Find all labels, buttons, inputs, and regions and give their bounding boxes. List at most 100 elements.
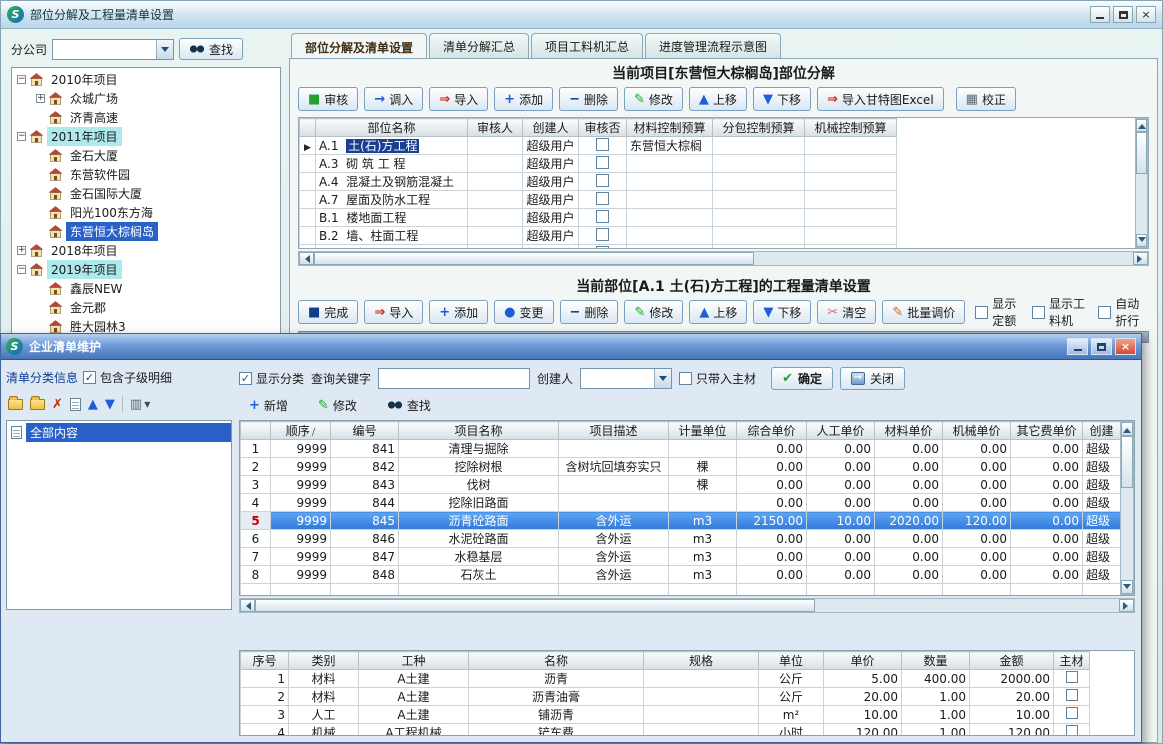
confirm-button[interactable]: ✔ 确定 [771, 367, 833, 390]
move-down-button[interactable]: ▼下移 [753, 300, 811, 324]
col-main-material[interactable]: 主材 [1054, 652, 1090, 670]
show-quota-option[interactable]: 显示定额 [975, 295, 1026, 329]
scroll-down-icon[interactable] [1136, 234, 1147, 247]
find-button[interactable]: 查找 [179, 38, 243, 60]
scrollbar-thumb[interactable] [255, 599, 815, 612]
tree-item[interactable]: −2011年项目 [12, 127, 280, 146]
collapse-icon[interactable]: − [17, 132, 26, 141]
modify-button[interactable]: ✎修改 [624, 300, 683, 324]
col-composite-price[interactable]: 综合单价 [737, 422, 807, 440]
scroll-down-icon[interactable] [1121, 580, 1133, 594]
audit-button[interactable]: ■审核 [298, 87, 358, 111]
delete-x-icon[interactable]: ✗ [52, 398, 63, 411]
show-materials-option[interactable]: 显示工料机 [1032, 295, 1092, 329]
change-button[interactable]: ●变更 [494, 300, 553, 324]
col-subcontract-budget[interactable]: 分包控制预算 [713, 119, 805, 137]
list-horizontal-scrollbar[interactable] [239, 598, 1135, 613]
parts-row[interactable]: B.3 天棚工程 超级用户 [300, 245, 897, 250]
detail-row[interactable]: 1材料A土建沥青公斤5.00400.002000.00 [241, 670, 1090, 688]
col-material-budget[interactable]: 材料控制预算 [627, 119, 713, 137]
col-seq[interactable]: 序号 [241, 652, 289, 670]
load-in-button[interactable]: →调入 [364, 87, 423, 111]
col-machine-budget[interactable]: 机械控制预算 [805, 119, 897, 137]
parts-row[interactable]: ▶ A.1 土(石)方工程 超级用户 东营恒大棕榈 [300, 137, 897, 155]
tree-item[interactable]: 金石大厦 [12, 146, 280, 165]
scrollbar-thumb[interactable] [1121, 436, 1133, 488]
audit-checkbox[interactable] [596, 228, 609, 241]
parts-row[interactable]: A.3 砌 筑 工 程 超级用户 [300, 155, 897, 173]
scroll-right-icon[interactable] [1119, 599, 1134, 612]
move-up-icon[interactable]: ▲ [88, 398, 98, 411]
col-trade[interactable]: 工种 [359, 652, 469, 670]
layout-menu-button[interactable]: ▥ ▼ [130, 398, 150, 411]
move-down-button[interactable]: ▼下移 [753, 87, 811, 111]
audit-checkbox[interactable] [596, 174, 609, 187]
list-row[interactable]: 49999844挖除旧路面0.000.000.000.000.00超级 [241, 494, 1121, 512]
scroll-up-icon[interactable] [1121, 422, 1133, 436]
maximize-button[interactable] [1091, 338, 1112, 355]
list-row[interactable]: 69999846水泥砼路面含外运m30.000.000.000.000.00超级 [241, 530, 1121, 548]
scrollbar-thumb[interactable] [1136, 132, 1147, 174]
collapse-icon[interactable]: − [17, 265, 26, 274]
audit-checkbox[interactable] [596, 156, 609, 169]
tree-item[interactable]: −2010年项目 [12, 70, 280, 89]
tree-item[interactable]: 济青高速 [12, 108, 280, 127]
col-unit[interactable]: 计量单位 [669, 422, 737, 440]
list-vertical-scrollbar[interactable] [1120, 421, 1134, 595]
include-children-option[interactable]: ✓ 包含子级明细 [83, 369, 172, 386]
col-audited[interactable]: 审核否 [579, 119, 627, 137]
scroll-left-icon[interactable] [240, 599, 255, 612]
col-name[interactable]: 名称 [469, 652, 644, 670]
col-quantity[interactable]: 数量 [902, 652, 970, 670]
move-up-button[interactable]: ▲上移 [689, 87, 747, 111]
col-labor-price[interactable]: 人工单价 [807, 422, 875, 440]
parts-vertical-scrollbar[interactable] [1135, 118, 1148, 248]
move-up-button[interactable]: ▲上移 [689, 300, 747, 324]
col-part-name[interactable]: 部位名称 [316, 119, 468, 137]
list-row[interactable]: 19999841清理与掘除0.000.000.000.000.00超级 [241, 440, 1121, 458]
auto-wrap-option[interactable]: 自动折行 [1098, 295, 1149, 329]
main-material-checkbox[interactable] [1066, 725, 1078, 736]
close-button[interactable]: × [1115, 338, 1136, 355]
tab-progress-flow[interactable]: 进度管理流程示意图 [645, 33, 781, 58]
only-main-material-option[interactable]: 只带入主材 [679, 370, 756, 387]
tree-item[interactable]: +众城广场 [12, 89, 280, 108]
col-unit[interactable]: 单位 [759, 652, 824, 670]
only-main-material-checkbox[interactable] [679, 372, 692, 385]
expand-icon[interactable]: + [36, 94, 45, 103]
include-children-checkbox[interactable]: ✓ [83, 371, 96, 384]
audit-checkbox[interactable] [596, 246, 609, 250]
auto-wrap-checkbox[interactable] [1098, 306, 1111, 319]
list-row-selected[interactable]: 59999845沥青砼路面含外运m32150.0010.002020.00120… [241, 512, 1121, 530]
show-quota-checkbox[interactable] [975, 306, 988, 319]
audit-checkbox[interactable] [596, 210, 609, 223]
tab-part-breakdown[interactable]: 部位分解及清单设置 [291, 33, 427, 59]
batch-price-button[interactable]: ✎批量调价 [882, 300, 965, 324]
clear-button[interactable]: ✂清空 [817, 300, 876, 324]
col-price[interactable]: 单价 [824, 652, 902, 670]
tree-item[interactable]: 东营软件园 [12, 165, 280, 184]
audit-checkbox[interactable] [596, 192, 609, 205]
add-button[interactable]: +添加 [429, 300, 488, 324]
parts-row[interactable]: B.2 墙、柱面工程 超级用户 [300, 227, 897, 245]
list-row[interactable]: 89999848石灰土含外运m30.000.000.000.000.00超级 [241, 566, 1121, 584]
col-auditor[interactable]: 审核人 [468, 119, 523, 137]
creator-combobox[interactable] [580, 368, 672, 389]
tab-list-summary[interactable]: 清单分解汇总 [429, 33, 529, 58]
col-item-desc[interactable]: 项目描述 [559, 422, 669, 440]
tree-item-all-content[interactable]: 全部内容 [7, 423, 231, 442]
col-code[interactable]: 编号 [331, 422, 399, 440]
tree-item[interactable]: 阳光100东方海 [12, 203, 280, 222]
col-machine-price[interactable]: 机械单价 [943, 422, 1011, 440]
detail-row[interactable]: 4机械A工程机械铲车费小时120.001.00120.00 [241, 724, 1090, 737]
main-material-checkbox[interactable] [1066, 671, 1078, 683]
list-row[interactable]: 79999847水稳基层含外运m30.000.000.000.000.00超级 [241, 548, 1121, 566]
modify-button[interactable]: ✎修改 [624, 87, 683, 111]
delete-button[interactable]: −删除 [559, 87, 618, 111]
import-gantt-excel-button[interactable]: ⇒导入甘特图Excel [817, 87, 944, 111]
finish-button[interactable]: ■完成 [298, 300, 358, 324]
parts-row[interactable]: A.7 屋面及防水工程 超级用户 [300, 191, 897, 209]
main-material-checkbox[interactable] [1066, 689, 1078, 701]
minimize-button[interactable] [1067, 338, 1088, 355]
col-creator[interactable]: 创建人 [523, 119, 579, 137]
